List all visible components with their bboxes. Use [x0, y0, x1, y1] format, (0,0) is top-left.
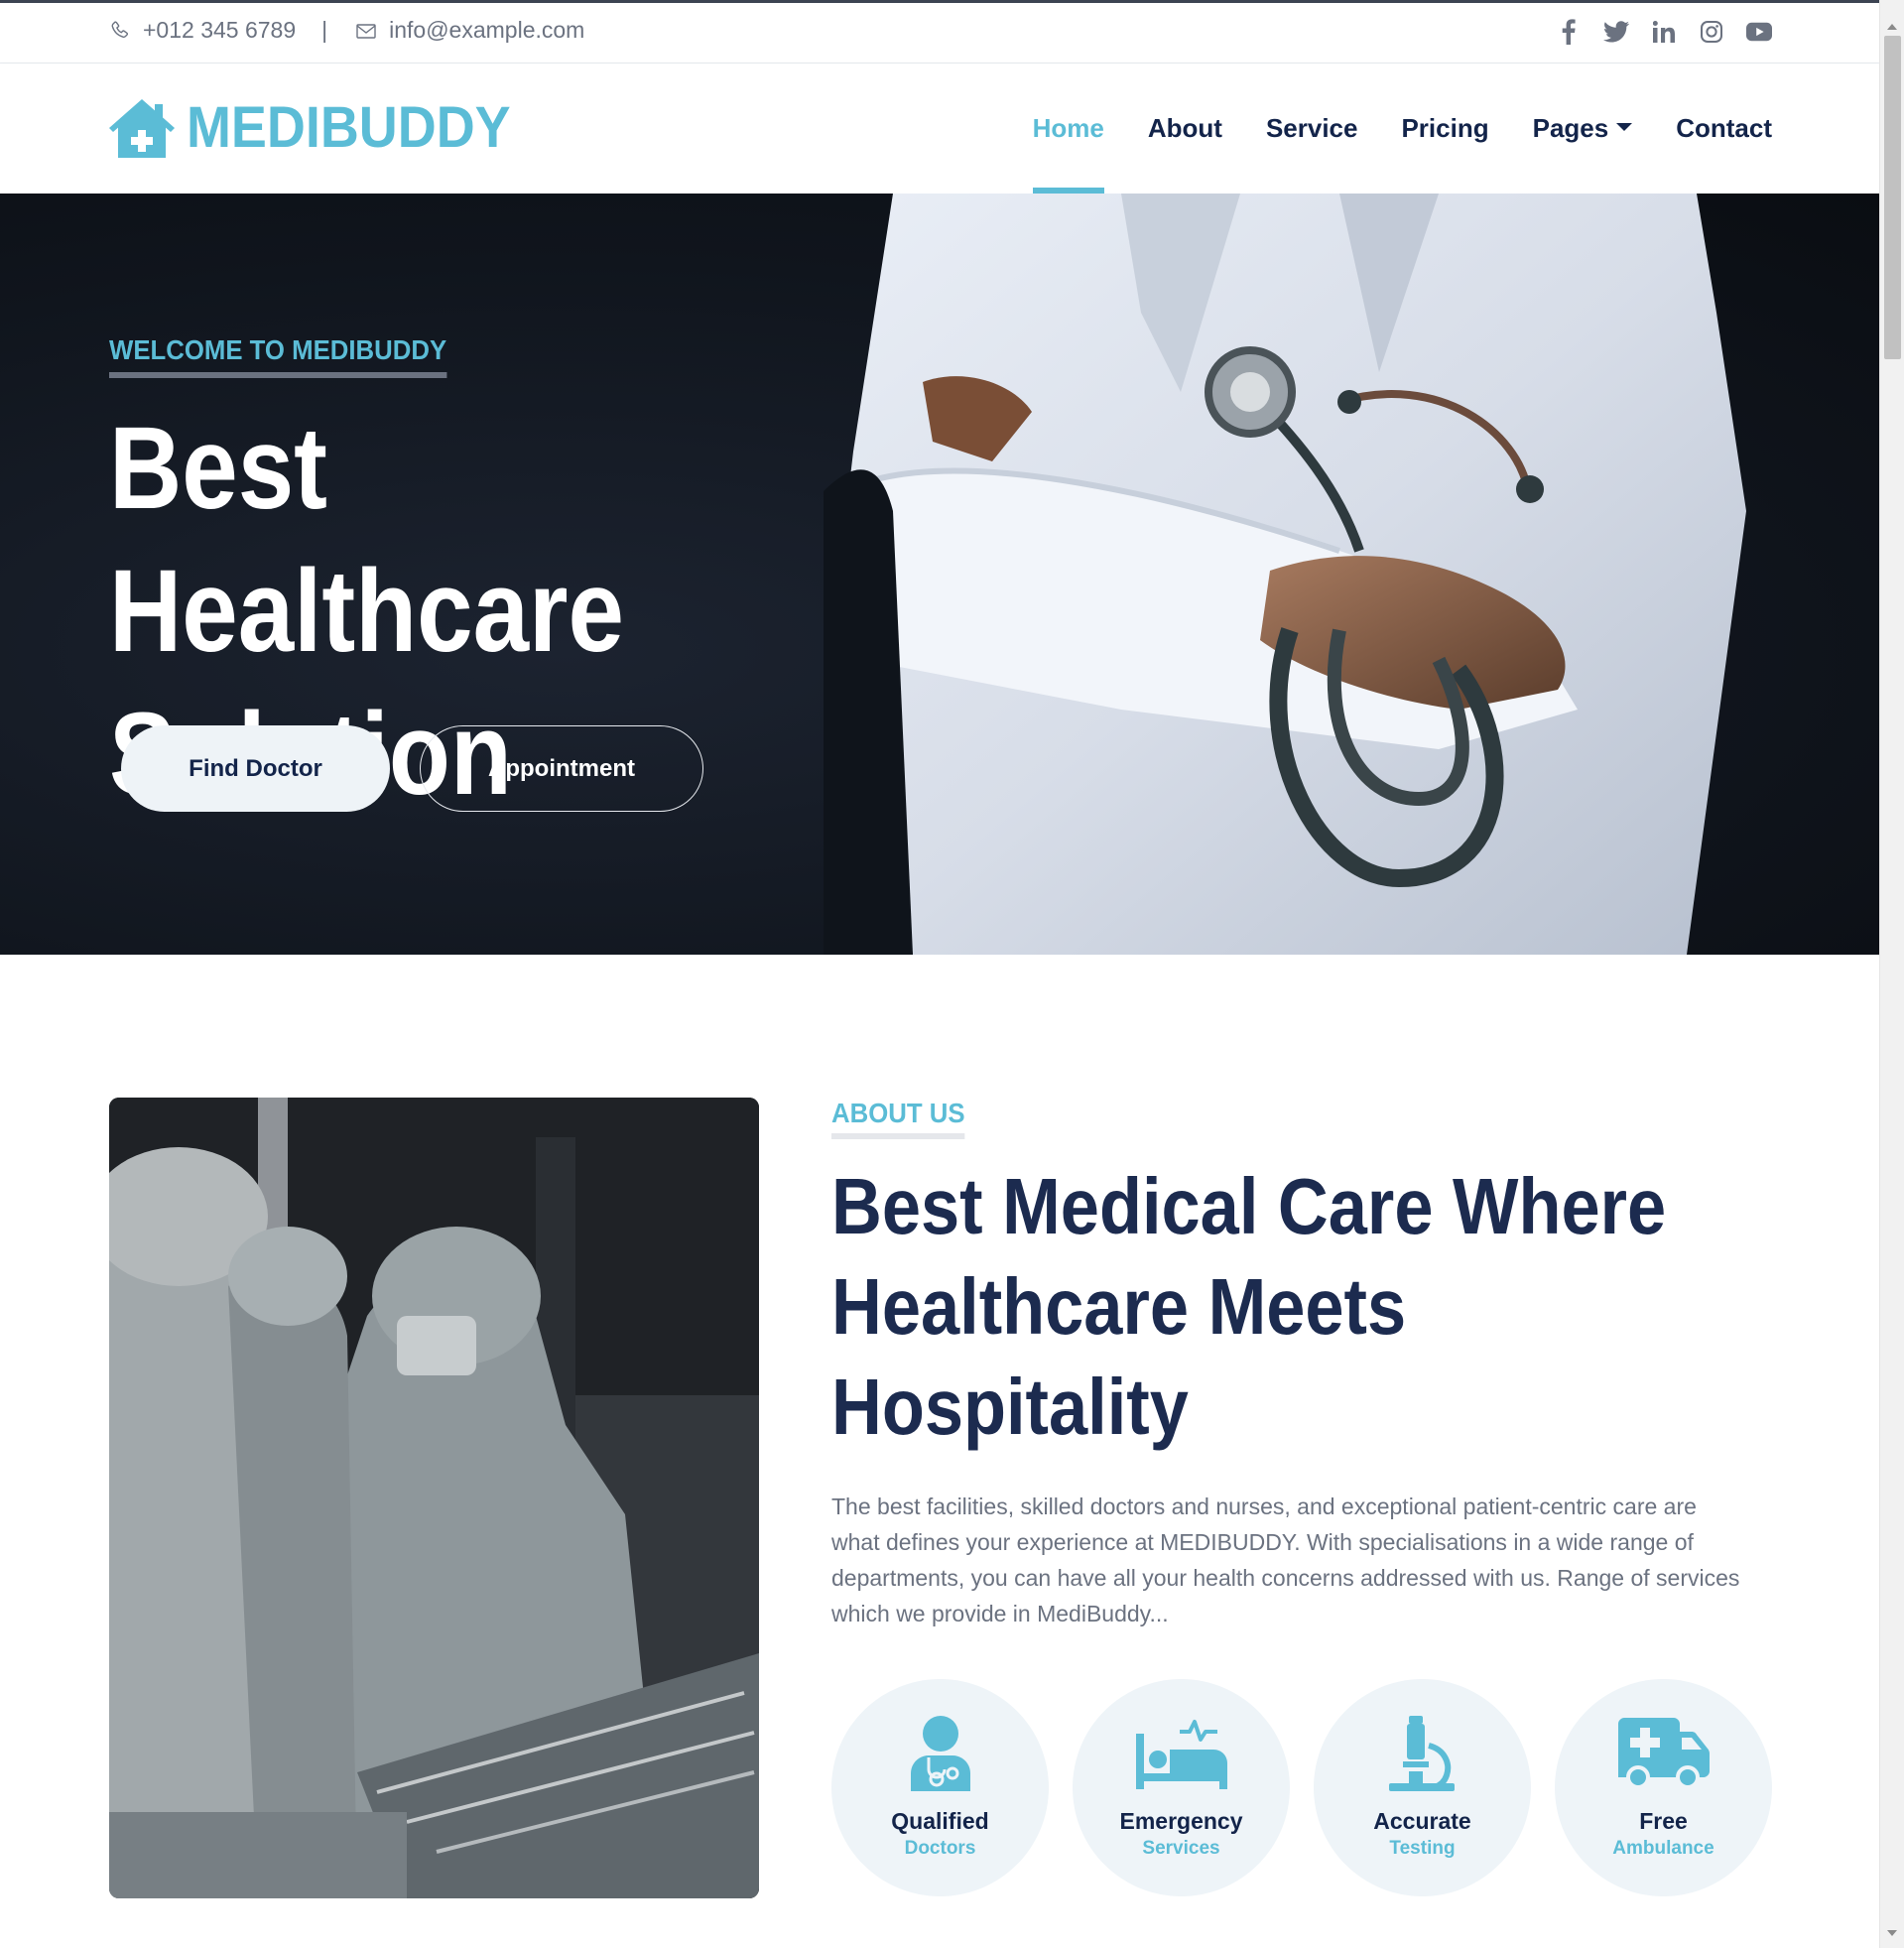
feature-subtitle: Ambulance	[1612, 1838, 1714, 1859]
hero-title-line1: Best Healthcare	[109, 403, 624, 677]
linkedin-icon[interactable]	[1651, 19, 1677, 45]
feature-title: Emergency	[1119, 1808, 1243, 1834]
feature-title: Qualified	[891, 1808, 989, 1834]
scrollbar-thumb[interactable]	[1884, 36, 1901, 359]
ambulance-icon	[1616, 1713, 1712, 1794]
facebook-icon[interactable]	[1556, 19, 1582, 45]
feature-list: Qualified Doctors Emergency Services Acc…	[831, 1679, 1772, 1896]
feature-free-ambulance: Free Ambulance	[1555, 1679, 1772, 1896]
caret-down-icon	[1616, 122, 1633, 131]
surgery-team-image	[109, 1098, 759, 1898]
about-description: The best facilities, skilled doctors and…	[831, 1493, 1740, 1626]
topbar: +012 345 6789 | info@example.com	[0, 0, 1879, 64]
about-title-line2: Healthcare Meets	[831, 1262, 1407, 1351]
twitter-icon[interactable]	[1603, 19, 1629, 45]
nav-pricing[interactable]: Pricing	[1379, 64, 1510, 194]
scroll-down-icon[interactable]	[1887, 1930, 1897, 1936]
topbar-separator: |	[321, 17, 328, 43]
about-eyebrow: ABOUT US	[831, 1098, 965, 1139]
hero-eyebrow: WELCOME TO MEDIBUDDY	[109, 334, 447, 378]
main-nav: Home About Service Pricing Pages Contact	[1011, 64, 1772, 194]
instagram-icon[interactable]	[1699, 19, 1724, 45]
appointment-button[interactable]: Appointment	[420, 725, 703, 812]
phone-icon	[107, 18, 133, 44]
main-navbar: MEDIBUDDY Home About Service Pricing Pag…	[0, 64, 1879, 194]
about-title-line3: Hospitality	[831, 1363, 1189, 1451]
envelope-icon	[353, 18, 379, 44]
about-title-line1: Best Medical Care Where	[831, 1162, 1667, 1250]
nav-contact[interactable]: Contact	[1654, 64, 1772, 194]
feature-title: Accurate	[1373, 1808, 1471, 1834]
scroll-up-icon[interactable]	[1887, 24, 1897, 30]
nav-pages-dropdown[interactable]: Pages	[1511, 64, 1655, 194]
youtube-icon[interactable]	[1746, 19, 1772, 45]
doctor-icon	[893, 1713, 988, 1794]
find-doctor-button[interactable]: Find Doctor	[121, 725, 390, 812]
brand-name: MEDIBUDDY	[187, 95, 511, 160]
social-links	[1556, 19, 1772, 45]
nav-service[interactable]: Service	[1244, 64, 1380, 194]
brand-logo[interactable]: MEDIBUDDY	[107, 94, 535, 161]
hospital-bed-icon	[1134, 1713, 1229, 1794]
feature-subtitle: Services	[1142, 1838, 1220, 1859]
phone-number[interactable]: +012 345 6789	[143, 17, 296, 44]
email-address[interactable]: info@example.com	[389, 17, 584, 44]
hero-section: WELCOME TO MEDIBUDDY Best Healthcare Sol…	[0, 194, 1879, 955]
hero-doctor-image	[824, 194, 1746, 955]
nav-about[interactable]: About	[1126, 64, 1244, 194]
feature-qualified-doctors: Qualified Doctors	[831, 1679, 1049, 1896]
feature-emergency-services: Emergency Services	[1073, 1679, 1290, 1896]
topbar-contact: +012 345 6789 | info@example.com	[107, 17, 584, 44]
nav-pages-label: Pages	[1532, 113, 1609, 143]
page: +012 345 6789 | info@example.com MEDIBUD…	[0, 0, 1879, 1948]
vertical-scrollbar[interactable]	[1879, 0, 1904, 1948]
feature-accurate-testing: Accurate Testing	[1314, 1679, 1531, 1896]
microscope-icon	[1375, 1713, 1470, 1794]
feature-subtitle: Doctors	[904, 1838, 976, 1859]
feature-title: Free	[1639, 1808, 1688, 1834]
nav-home[interactable]: Home	[1011, 64, 1126, 194]
hospital-home-icon	[109, 98, 175, 158]
about-title: Best Medical Care Where Healthcare Meets…	[831, 1156, 1705, 1457]
feature-subtitle: Testing	[1389, 1838, 1456, 1859]
